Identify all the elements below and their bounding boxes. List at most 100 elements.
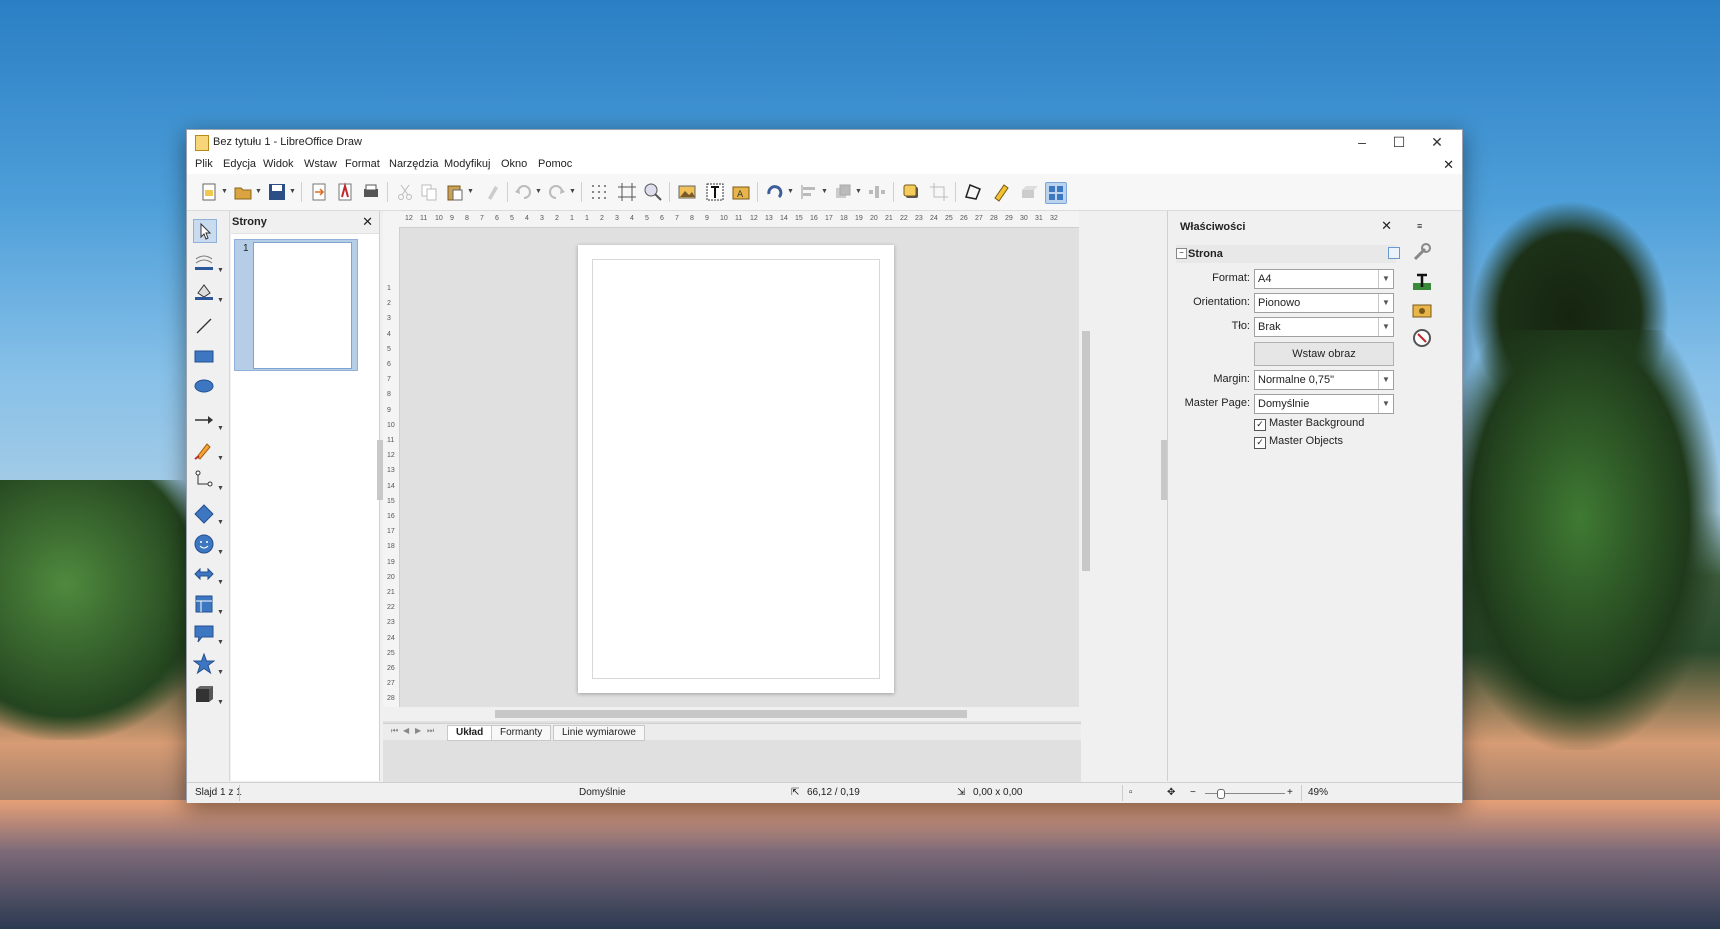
align-dropdown-icon[interactable]: ▼: [821, 188, 828, 195]
next-tab-icon[interactable]: ▶: [415, 726, 421, 735]
horizontal-scrollbar[interactable]: [383, 707, 1081, 721]
copy-icon[interactable]: [419, 182, 439, 202]
zoom-pan-icon[interactable]: [643, 182, 663, 202]
export-icon[interactable]: [309, 182, 329, 202]
callouts-icon[interactable]: [193, 623, 215, 645]
insert-textbox-icon[interactable]: [705, 182, 725, 202]
line-color-icon[interactable]: [193, 251, 215, 273]
more-options-icon[interactable]: [1388, 247, 1400, 259]
zoom-slider-knob[interactable]: [1217, 789, 1225, 799]
save-icon[interactable]: [267, 182, 287, 202]
insert-image-icon[interactable]: [677, 182, 697, 202]
save-dropdown-icon[interactable]: ▼: [289, 188, 296, 195]
crop-icon[interactable]: [929, 182, 949, 202]
insert-fontwork-icon[interactable]: A: [731, 182, 751, 202]
callouts-dropdown-icon[interactable]: ▼: [217, 639, 224, 646]
arrange-dropdown-icon[interactable]: ▼: [855, 188, 862, 195]
menu-narzedzia[interactable]: Narzędzia: [389, 158, 439, 170]
toggle-extrusion-icon[interactable]: [1019, 182, 1039, 202]
menu-format[interactable]: Format: [345, 158, 380, 170]
curve-dropdown-icon[interactable]: ▼: [217, 455, 224, 462]
line-tool-icon[interactable]: [193, 315, 215, 337]
clone-formatting-icon[interactable]: [483, 182, 503, 202]
select-at-least-three-objects-icon[interactable]: [1045, 182, 1067, 204]
styles-icon[interactable]: [1411, 271, 1433, 293]
menu-pomoc[interactable]: Pomoc: [538, 158, 572, 170]
undo-icon[interactable]: [513, 182, 533, 202]
redo-dropdown-icon[interactable]: ▼: [569, 188, 576, 195]
undo-dropdown-icon[interactable]: ▼: [535, 188, 542, 195]
tab-formanty[interactable]: Formanty: [491, 725, 552, 741]
glue-points-icon[interactable]: [991, 182, 1011, 202]
horizontal-scroll-thumb[interactable]: [495, 710, 967, 718]
menu-okno[interactable]: Okno: [501, 158, 527, 170]
close-window-button[interactable]: ✕: [1417, 130, 1457, 154]
section-strona[interactable]: − Strona: [1176, 245, 1400, 263]
redo-icon[interactable]: [547, 182, 567, 202]
close-properties-icon[interactable]: ✕: [1381, 218, 1392, 234]
last-tab-icon[interactable]: ⏭: [427, 726, 434, 736]
vertical-ruler[interactable]: 1 2 3 4 5 6 7 8 9 10 11 12 13 14 15 16 17 18 19 20 21 22 23 24 2…: [383, 227, 400, 718]
ellipse-tool-icon[interactable]: [193, 375, 215, 397]
block-arrows-icon[interactable]: [193, 563, 215, 585]
cut-icon[interactable]: [395, 182, 415, 202]
open-dropdown-icon[interactable]: ▼: [255, 188, 262, 195]
stars-dropdown-icon[interactable]: ▼: [217, 669, 224, 676]
drawing-canvas[interactable]: 12 11 10 9 8 7 6 5 4 3 2 1 1 2 3 4 5 6 7 8 9 10 11 12 13 14 15 16 17…: [383, 211, 1093, 802]
arrow-line-tool-icon[interactable]: [193, 409, 215, 431]
format-select[interactable]: A4 ▼: [1254, 269, 1394, 289]
paste-icon[interactable]: [445, 182, 465, 202]
align-objects-icon[interactable]: [799, 182, 819, 202]
line-color-dropdown-icon[interactable]: ▼: [217, 267, 224, 274]
fill-color-icon[interactable]: [193, 281, 215, 303]
close-pages-pane-icon[interactable]: ✕: [362, 214, 373, 230]
symbol-shapes-dropdown-icon[interactable]: ▼: [217, 549, 224, 556]
rectangle-tool-icon[interactable]: [193, 345, 215, 367]
menu-wstaw[interactable]: Wstaw: [304, 158, 337, 170]
zoom-level[interactable]: 49%: [1308, 787, 1328, 798]
menu-plik[interactable]: Plik: [195, 158, 213, 170]
zoom-in-icon[interactable]: +: [1287, 787, 1293, 798]
gallery-icon[interactable]: [1411, 299, 1433, 321]
grid-icon[interactable]: [589, 182, 609, 202]
properties-wrench-icon[interactable]: [1411, 241, 1433, 263]
new-document-icon[interactable]: [199, 182, 219, 202]
master-background-checkbox[interactable]: ✓ Master Background: [1254, 417, 1364, 431]
symbol-shapes-icon[interactable]: [193, 533, 215, 555]
print-icon[interactable]: [361, 182, 381, 202]
points-icon[interactable]: [963, 182, 983, 202]
background-select[interactable]: Brak ▼: [1254, 317, 1394, 337]
prev-tab-icon[interactable]: ◀: [403, 726, 409, 735]
maximize-button[interactable]: ☐: [1379, 130, 1419, 154]
menu-widok[interactable]: Widok: [263, 158, 294, 170]
menu-edycja[interactable]: Edycja: [223, 158, 256, 170]
connector-tool-icon[interactable]: [193, 469, 215, 491]
basic-shapes-icon[interactable]: [193, 503, 215, 525]
zoom-out-icon[interactable]: −: [1190, 787, 1196, 798]
shadow-icon[interactable]: [901, 182, 921, 202]
block-arrows-dropdown-icon[interactable]: ▼: [217, 579, 224, 586]
vertical-scroll-thumb[interactable]: [1082, 331, 1090, 571]
paste-dropdown-icon[interactable]: ▼: [467, 188, 474, 195]
vertical-scrollbar[interactable]: [1079, 211, 1093, 707]
tab-linie-wymiarowe[interactable]: Linie wymiarowe: [553, 725, 645, 741]
navigator-icon[interactable]: [1411, 327, 1433, 349]
transformations-dropdown-icon[interactable]: ▼: [787, 188, 794, 195]
connector-dropdown-icon[interactable]: ▼: [217, 485, 224, 492]
curve-tool-icon[interactable]: [193, 439, 215, 461]
horizontal-ruler[interactable]: 12 11 10 9 8 7 6 5 4 3 2 1 1 2 3 4 5 6 7 8 9 10 11 12 13 14 15 16 17…: [383, 211, 1081, 228]
minimize-button[interactable]: –: [1342, 130, 1382, 154]
helplines-icon[interactable]: [617, 182, 637, 202]
menu-modyfikuj[interactable]: Modyfikuj: [444, 158, 490, 170]
page-thumbnail[interactable]: [253, 242, 352, 369]
master-page-select[interactable]: Domyślnie ▼: [1254, 394, 1394, 414]
new-dropdown-icon[interactable]: ▼: [221, 188, 228, 195]
3d-objects-dropdown-icon[interactable]: ▼: [217, 699, 224, 706]
3d-objects-icon[interactable]: [193, 683, 215, 705]
fill-color-dropdown-icon[interactable]: ▼: [217, 297, 224, 304]
export-pdf-icon[interactable]: [335, 182, 355, 202]
drawing-page[interactable]: [578, 245, 894, 693]
arrange-icon[interactable]: [833, 182, 853, 202]
flowchart-icon[interactable]: [193, 593, 215, 615]
orientation-select[interactable]: Pionowo ▼: [1254, 293, 1394, 313]
